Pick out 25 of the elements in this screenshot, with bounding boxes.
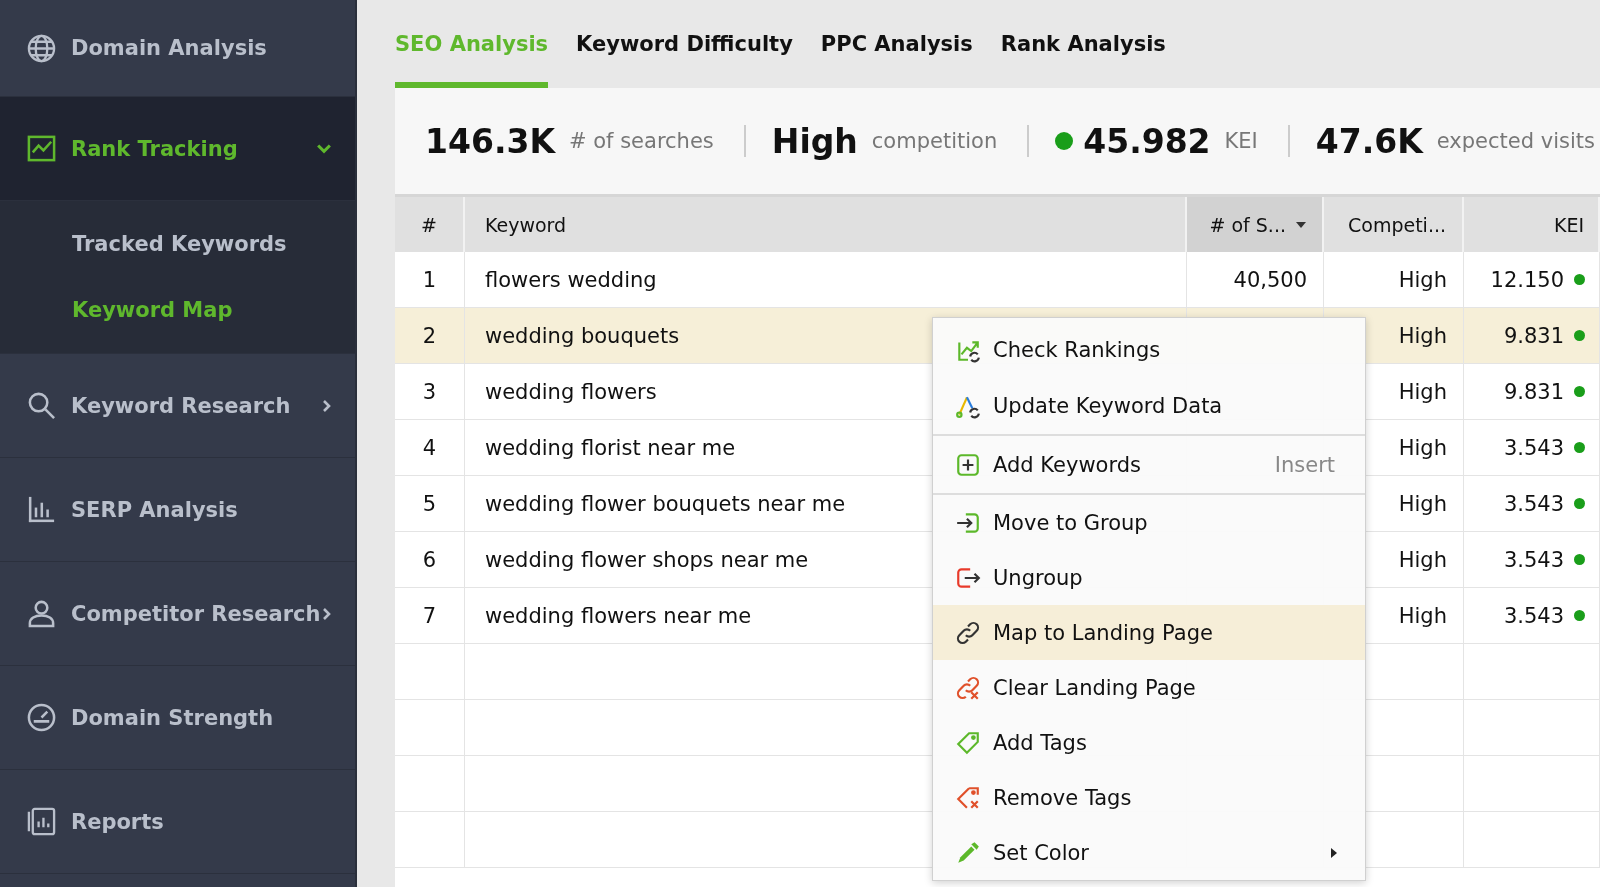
stat-value: 146.3K — [425, 121, 555, 161]
table-cell: 3.543 — [1503, 491, 1564, 516]
table-cell: 40,500 — [1187, 252, 1324, 307]
table-cell: 3.543 — [1503, 547, 1564, 572]
table-cell: 7 — [395, 588, 465, 643]
table-cell: flowers wedding — [465, 252, 1187, 307]
table-cell: 1 — [395, 252, 465, 307]
stat-value: 47.6K — [1315, 121, 1423, 161]
stat-value: 45.982 — [1083, 121, 1211, 161]
table-cell: 9.831 — [1503, 323, 1564, 348]
table-cell: High — [1324, 252, 1464, 307]
table-cell: 5 — [395, 476, 465, 531]
table-cell: 12.150 — [1490, 267, 1564, 292]
stat-label: competition — [871, 129, 998, 153]
stat-label: KEI — [1224, 129, 1258, 153]
stat-label: expected visits — [1436, 129, 1595, 153]
table-cell: 3.543 — [1503, 603, 1564, 628]
table-cell: 3.543 — [1503, 435, 1564, 460]
table-cell: 2 — [395, 308, 465, 363]
table-cell: 3 — [395, 364, 465, 419]
table-cell: 9.831 — [1503, 379, 1564, 404]
table-cell: 4 — [395, 420, 465, 475]
table-cell: 6 — [395, 532, 465, 587]
stat-label: # of searches — [568, 129, 714, 153]
stat-value: High — [771, 121, 858, 161]
